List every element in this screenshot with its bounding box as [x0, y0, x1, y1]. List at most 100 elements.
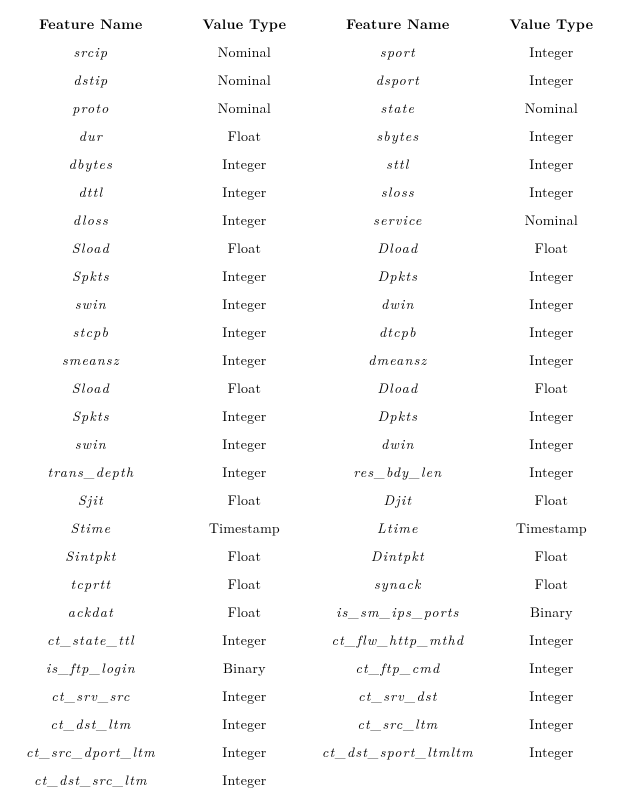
feature-name-cell: ct_src_ltm	[315, 710, 481, 738]
value-type-cell: Integer	[174, 738, 315, 766]
feature-name-cell: Spkts	[8, 262, 174, 290]
feature-name-cell: Dpkts	[315, 262, 481, 290]
value-type-cell: Integer	[481, 290, 622, 318]
feature-name-cell: dwin	[315, 290, 481, 318]
feature-name-cell	[315, 766, 481, 794]
value-type-cell	[481, 766, 622, 794]
feature-name-cell: tcprtt	[8, 570, 174, 598]
value-type-cell: Integer	[174, 626, 315, 654]
value-type-cell: Integer	[174, 458, 315, 486]
value-type-cell: Float	[174, 122, 315, 150]
feature-name-cell: ct_dst_src_ltm	[8, 766, 174, 794]
value-type-cell: Integer	[174, 346, 315, 374]
value-type-cell: Integer	[481, 262, 622, 290]
feature-name-cell: Sload	[8, 234, 174, 262]
feature-name-cell: dsport	[315, 66, 481, 94]
feature-name-cell: dloss	[8, 206, 174, 234]
table-row: SpktsIntegerDpktsInteger	[8, 262, 622, 290]
feature-name-cell: srcip	[8, 38, 174, 66]
value-type-cell: Integer	[174, 402, 315, 430]
feature-name-cell: ackdat	[8, 598, 174, 626]
table-row: stcpbIntegerdtcpbInteger	[8, 318, 622, 346]
value-type-cell: Float	[174, 234, 315, 262]
value-type-cell: Nominal	[481, 206, 622, 234]
value-type-cell: Nominal	[174, 66, 315, 94]
table-row: ct_dst_src_ltmInteger	[8, 766, 622, 794]
feature-name-cell: service	[315, 206, 481, 234]
table-row: ackdatFloatis_sm_ips_portsBinary	[8, 598, 622, 626]
table-row: smeanszIntegerdmeanszInteger	[8, 346, 622, 374]
value-type-cell: Float	[481, 374, 622, 402]
value-type-cell: Nominal	[174, 38, 315, 66]
value-type-cell: Integer	[174, 150, 315, 178]
value-type-cell: Float	[481, 542, 622, 570]
value-type-cell: Timestamp	[174, 514, 315, 542]
value-type-cell: Integer	[481, 682, 622, 710]
feature-name-cell: synack	[315, 570, 481, 598]
col-header: Value Type	[174, 10, 315, 38]
value-type-cell: Integer	[174, 206, 315, 234]
table-row: tcprttFloatsynackFloat	[8, 570, 622, 598]
table-row: dstipNominaldsportInteger	[8, 66, 622, 94]
table-row: ct_src_dport_ltmIntegerct_dst_sport_ltml…	[8, 738, 622, 766]
value-type-cell: Integer	[174, 262, 315, 290]
feature-name-cell: res_bdy_len	[315, 458, 481, 486]
feature-name-cell: Djit	[315, 486, 481, 514]
feature-name-cell: state	[315, 94, 481, 122]
value-type-cell: Integer	[174, 430, 315, 458]
col-header: Feature Name	[8, 10, 174, 38]
feature-name-cell: Sjit	[8, 486, 174, 514]
value-type-cell: Float	[481, 486, 622, 514]
feature-name-cell: swin	[8, 430, 174, 458]
table-row: protoNominalstateNominal	[8, 94, 622, 122]
feature-name-cell: dur	[8, 122, 174, 150]
feature-name-cell: ct_state_ttl	[8, 626, 174, 654]
value-type-cell: Integer	[481, 430, 622, 458]
value-type-cell: Integer	[174, 318, 315, 346]
value-type-cell: Float	[481, 570, 622, 598]
value-type-cell: Binary	[481, 598, 622, 626]
value-type-cell: Integer	[481, 738, 622, 766]
table-row: dttlIntegerslossInteger	[8, 178, 622, 206]
feature-name-cell: dtcpb	[315, 318, 481, 346]
value-type-cell: Integer	[481, 458, 622, 486]
value-type-cell: Integer	[481, 150, 622, 178]
table-row: durFloatsbytesInteger	[8, 122, 622, 150]
feature-name-cell: sloss	[315, 178, 481, 206]
value-type-cell: Integer	[481, 178, 622, 206]
feature-name-cell: Stime	[8, 514, 174, 542]
feature-name-cell: sbytes	[315, 122, 481, 150]
table-row: srcipNominalsportInteger	[8, 38, 622, 66]
value-type-cell: Nominal	[481, 94, 622, 122]
value-type-cell: Float	[174, 542, 315, 570]
feature-name-cell: trans_depth	[8, 458, 174, 486]
feature-name-cell: ct_srv_dst	[315, 682, 481, 710]
value-type-cell: Integer	[481, 66, 622, 94]
table-row: trans_depthIntegerres_bdy_lenInteger	[8, 458, 622, 486]
feature-name-cell: ct_ftp_cmd	[315, 654, 481, 682]
feature-name-cell: dttl	[8, 178, 174, 206]
table-row: ct_state_ttlIntegerct_flw_http_mthdInteg…	[8, 626, 622, 654]
value-type-cell: Float	[174, 374, 315, 402]
value-type-cell: Integer	[481, 318, 622, 346]
value-type-cell: Integer	[174, 290, 315, 318]
feature-name-cell: Spkts	[8, 402, 174, 430]
feature-name-cell: is_ftp_login	[8, 654, 174, 682]
value-type-cell: Integer	[174, 766, 315, 794]
feature-name-cell: Sload	[8, 374, 174, 402]
table-header-row: Feature Name Value Type Feature Name Val…	[8, 10, 622, 38]
feature-name-cell: dstip	[8, 66, 174, 94]
table-row: ct_srv_srcIntegerct_srv_dstInteger	[8, 682, 622, 710]
table-row: dlossIntegerserviceNominal	[8, 206, 622, 234]
feature-name-cell: ct_dst_sport_ltmltm	[315, 738, 481, 766]
value-type-cell: Integer	[174, 178, 315, 206]
feature-name-cell: sport	[315, 38, 481, 66]
value-type-cell: Nominal	[174, 94, 315, 122]
value-type-cell: Float	[174, 486, 315, 514]
feature-table: Feature Name Value Type Feature Name Val…	[8, 10, 622, 794]
value-type-cell: Integer	[174, 710, 315, 738]
feature-name-cell: ct_src_dport_ltm	[8, 738, 174, 766]
feature-name-cell: stcpb	[8, 318, 174, 346]
feature-name-cell: dbytes	[8, 150, 174, 178]
table-row: SintpktFloatDintpktFloat	[8, 542, 622, 570]
